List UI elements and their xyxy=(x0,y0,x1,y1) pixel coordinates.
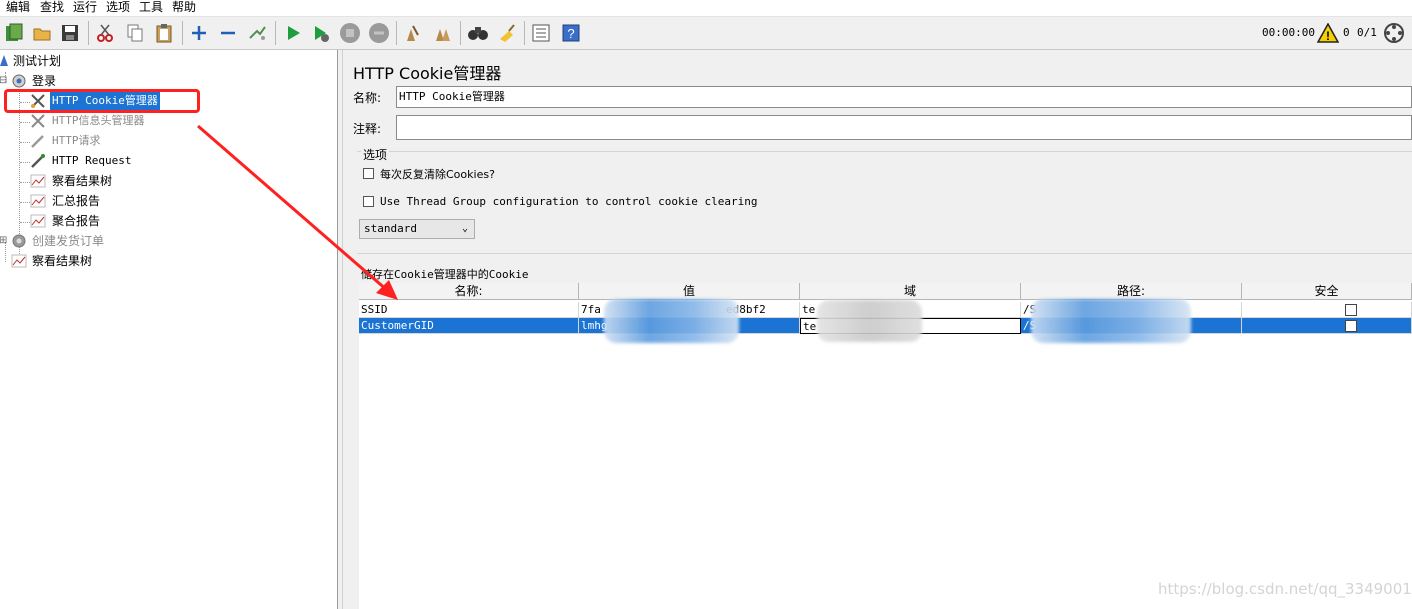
annotation-arrow xyxy=(197,124,398,300)
